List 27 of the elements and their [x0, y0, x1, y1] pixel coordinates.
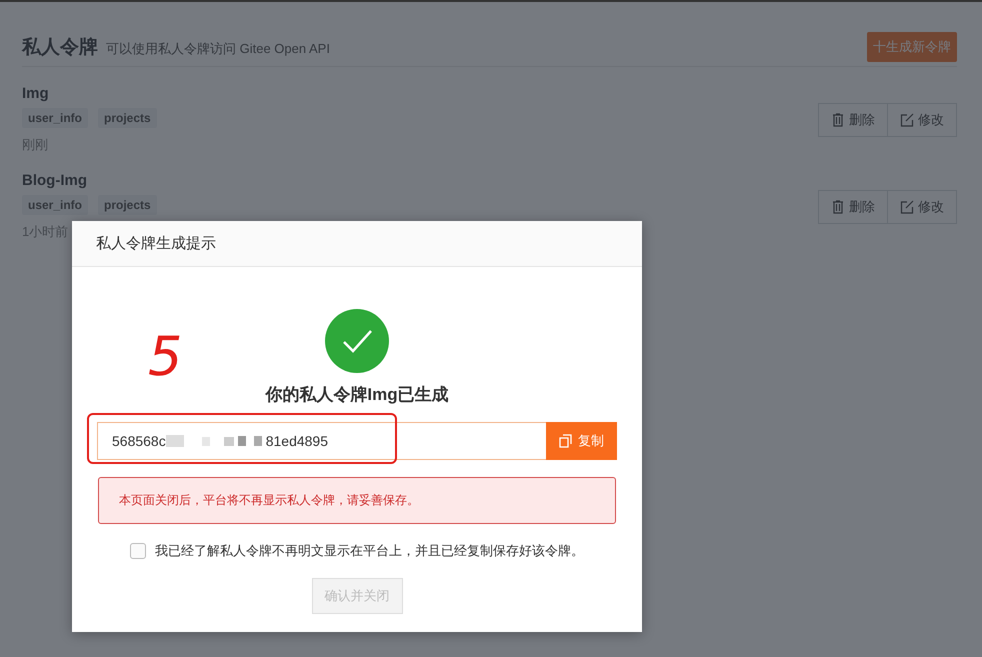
delete-button[interactable]: 删除 [818, 190, 888, 224]
confirm-label: 我已经了解私人令牌不再明文显示在平台上，并且已经复制保存好该令牌。 [155, 542, 584, 560]
scope-tag: projects [98, 108, 157, 128]
edit-button[interactable]: 修改 [888, 102, 957, 136]
trash-icon [831, 200, 845, 214]
edit-button[interactable]: 修改 [888, 190, 957, 224]
delete-button[interactable]: 删除 [818, 102, 888, 136]
trash-icon [831, 112, 845, 126]
annotation-mark: 5 [148, 330, 182, 384]
copy-button[interactable]: 复制 [546, 422, 617, 460]
warning-alert: 本页面关闭后，平台将不再显示私人令牌，请妥善保存。 [98, 477, 616, 524]
token-field[interactable]: 568568c 81ed4895 [97, 422, 546, 460]
success-check-icon [325, 309, 389, 373]
token-name: Img [22, 85, 50, 102]
edit-icon [900, 200, 914, 214]
page-title: 私人令牌 [22, 36, 98, 60]
confirm-checkbox[interactable] [130, 543, 146, 559]
success-message: 你的私人令牌Img已生成 [265, 384, 449, 406]
scope-tag: user_info [22, 108, 88, 128]
scope-tag: projects [98, 195, 157, 215]
new-token-button[interactable]: 十生成新令牌 [867, 32, 957, 62]
dialog-title: 私人令牌生成提示 [72, 221, 642, 267]
edit-icon [900, 112, 914, 126]
scope-tag: user_info [22, 195, 88, 215]
token-name: Blog-Img [22, 172, 88, 189]
copy-icon [559, 434, 572, 448]
page-subtitle: 可以使用私人令牌访问 Gitee Open API [106, 40, 330, 58]
